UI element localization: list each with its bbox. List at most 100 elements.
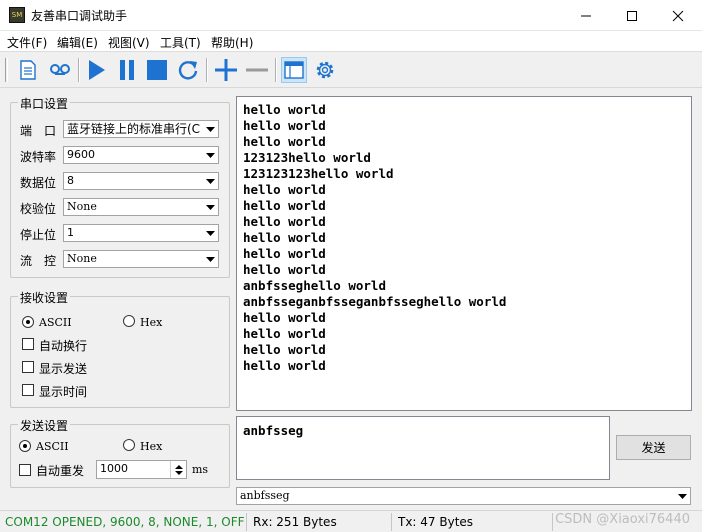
receive-line: hello world [243, 134, 326, 149]
databits-label: 数据位 [20, 176, 57, 190]
watermark: CSDN @Xiaoxi76440 [555, 512, 690, 527]
menu-file[interactable]: 文件(F) [7, 34, 47, 51]
rx-counter: Rx: 251 Bytes [248, 513, 392, 531]
send-settings-group: 发送设置 ASCII Hex 自动重发 1000 ms [10, 417, 230, 488]
flow-label: 流 控 [20, 254, 57, 268]
title-bar[interactable]: SM 友善串口调试助手 [0, 0, 702, 31]
chevron-down-icon [202, 199, 218, 215]
play-button[interactable] [83, 57, 109, 83]
receive-hex-label: Hex [140, 316, 163, 329]
show-time-checkbox[interactable] [22, 384, 34, 396]
receive-line: hello world [243, 358, 326, 373]
auto-resend-checkbox[interactable] [19, 464, 31, 476]
send-hex-radio[interactable] [123, 439, 135, 451]
record-button[interactable] [47, 57, 73, 83]
databits-select[interactable]: 8 [63, 172, 219, 190]
close-button[interactable] [655, 0, 701, 31]
serial-settings-title: 串口设置 [18, 95, 71, 112]
close-icon [672, 10, 684, 21]
receive-line: hello world [243, 118, 326, 133]
show-send-checkbox[interactable] [22, 361, 34, 373]
tx-counter: Tx: 47 Bytes [393, 513, 553, 531]
port-label: 端 口 [20, 124, 57, 138]
show-time-label: 显示时间 [39, 385, 88, 399]
send-ascii-label: ASCII [36, 440, 69, 453]
maximize-button[interactable] [609, 0, 655, 31]
stopbits-label: 停止位 [20, 228, 57, 242]
receive-line: hello world [243, 310, 326, 325]
send-settings-title: 发送设置 [18, 417, 71, 434]
baud-select[interactable]: 9600 [63, 146, 219, 164]
serial-settings-group: 串口设置 端 口 蓝牙链接上的标准串行(C 波特率 9600 数据位 8 校验位… [10, 95, 230, 278]
auto-newline-checkbox[interactable] [22, 338, 34, 350]
app-icon: SM [9, 7, 25, 23]
refresh-icon [178, 61, 198, 80]
minimize-button[interactable] [563, 0, 609, 31]
new-document-button[interactable] [15, 57, 41, 83]
toolbar-grip[interactable] [5, 58, 8, 82]
receive-line: hello world [243, 342, 326, 357]
receive-line: hello world [243, 214, 326, 229]
remove-button[interactable] [244, 57, 270, 83]
pause-button[interactable] [114, 57, 140, 83]
toolbar-separator [275, 58, 277, 82]
receive-line: hello world [243, 326, 326, 341]
minimize-icon [581, 15, 591, 16]
send-text: anbfsseg [243, 423, 304, 438]
refresh-button[interactable] [175, 57, 201, 83]
toolbar [0, 53, 702, 88]
send-history-select[interactable]: anbfsseg [236, 487, 691, 505]
window-icon [284, 61, 304, 79]
receive-line: hello world [243, 262, 326, 277]
receive-settings-group: 接收设置 ASCII Hex 自动换行 显示发送 显示时间 [10, 289, 230, 408]
receive-textarea[interactable]: hello world hello world hello world 123123h… [236, 96, 692, 411]
resend-interval-value: 1000 [100, 462, 128, 475]
plus-icon [215, 59, 237, 81]
menu-tools[interactable]: 工具(T) [160, 34, 201, 51]
menu-edit[interactable]: 编辑(E) [57, 34, 98, 51]
send-textarea[interactable]: anbfsseg [236, 416, 610, 480]
menu-help[interactable]: 帮助(H) [211, 34, 253, 51]
add-button[interactable] [213, 57, 239, 83]
receive-line: hello world [243, 198, 326, 213]
receive-line: hello world [243, 246, 326, 261]
chevron-down-icon [202, 173, 218, 189]
send-ascii-radio[interactable] [19, 440, 31, 452]
parity-select[interactable]: None [63, 198, 219, 216]
status-bar: COM12 OPENED, 9600, 8, NONE, 1, OFF Rx: … [0, 510, 702, 532]
window-toggle-button[interactable] [281, 57, 307, 83]
settings-button[interactable] [312, 57, 338, 83]
chevron-down-icon [202, 121, 218, 137]
connection-status: COM12 OPENED, 9600, 8, NONE, 1, OFF [0, 513, 247, 531]
menu-view[interactable]: 视图(V) [108, 34, 150, 51]
gear-icon [316, 61, 334, 79]
stop-button[interactable] [144, 57, 170, 83]
port-select[interactable]: 蓝牙链接上的标准串行(C [63, 120, 219, 138]
window-title: 友善串口调试助手 [31, 9, 128, 23]
record-icon [50, 64, 70, 75]
toolbar-separator [206, 58, 208, 82]
stop-icon [147, 60, 167, 80]
flow-select[interactable]: None [63, 250, 219, 268]
receive-ascii-radio[interactable] [22, 316, 34, 328]
document-icon [20, 60, 36, 80]
flow-value: None [67, 252, 97, 265]
receive-line: 123123hello world [243, 150, 371, 165]
baud-value: 9600 [67, 148, 95, 161]
port-value: 蓝牙链接上的标准串行(C [67, 122, 201, 136]
resend-interval-spinner[interactable]: 1000 [96, 460, 187, 479]
spinner-arrows-icon[interactable] [170, 461, 186, 478]
receive-settings-title: 接收设置 [18, 289, 71, 306]
receive-hex-radio[interactable] [123, 315, 135, 327]
stopbits-select[interactable]: 1 [63, 224, 219, 242]
menu-bar: 文件(F) 编辑(E) 视图(V) 工具(T) 帮助(H) [0, 31, 702, 52]
interval-unit: ms [192, 463, 209, 476]
send-button[interactable]: 发送 [616, 435, 691, 460]
chevron-down-icon [202, 225, 218, 241]
auto-newline-label: 自动换行 [39, 339, 88, 353]
receive-line: 123123123hello world [243, 166, 394, 181]
toolbar-separator [78, 58, 80, 82]
chevron-down-icon [202, 251, 218, 267]
stopbits-value: 1 [67, 226, 74, 239]
receive-line: hello world [243, 230, 326, 245]
